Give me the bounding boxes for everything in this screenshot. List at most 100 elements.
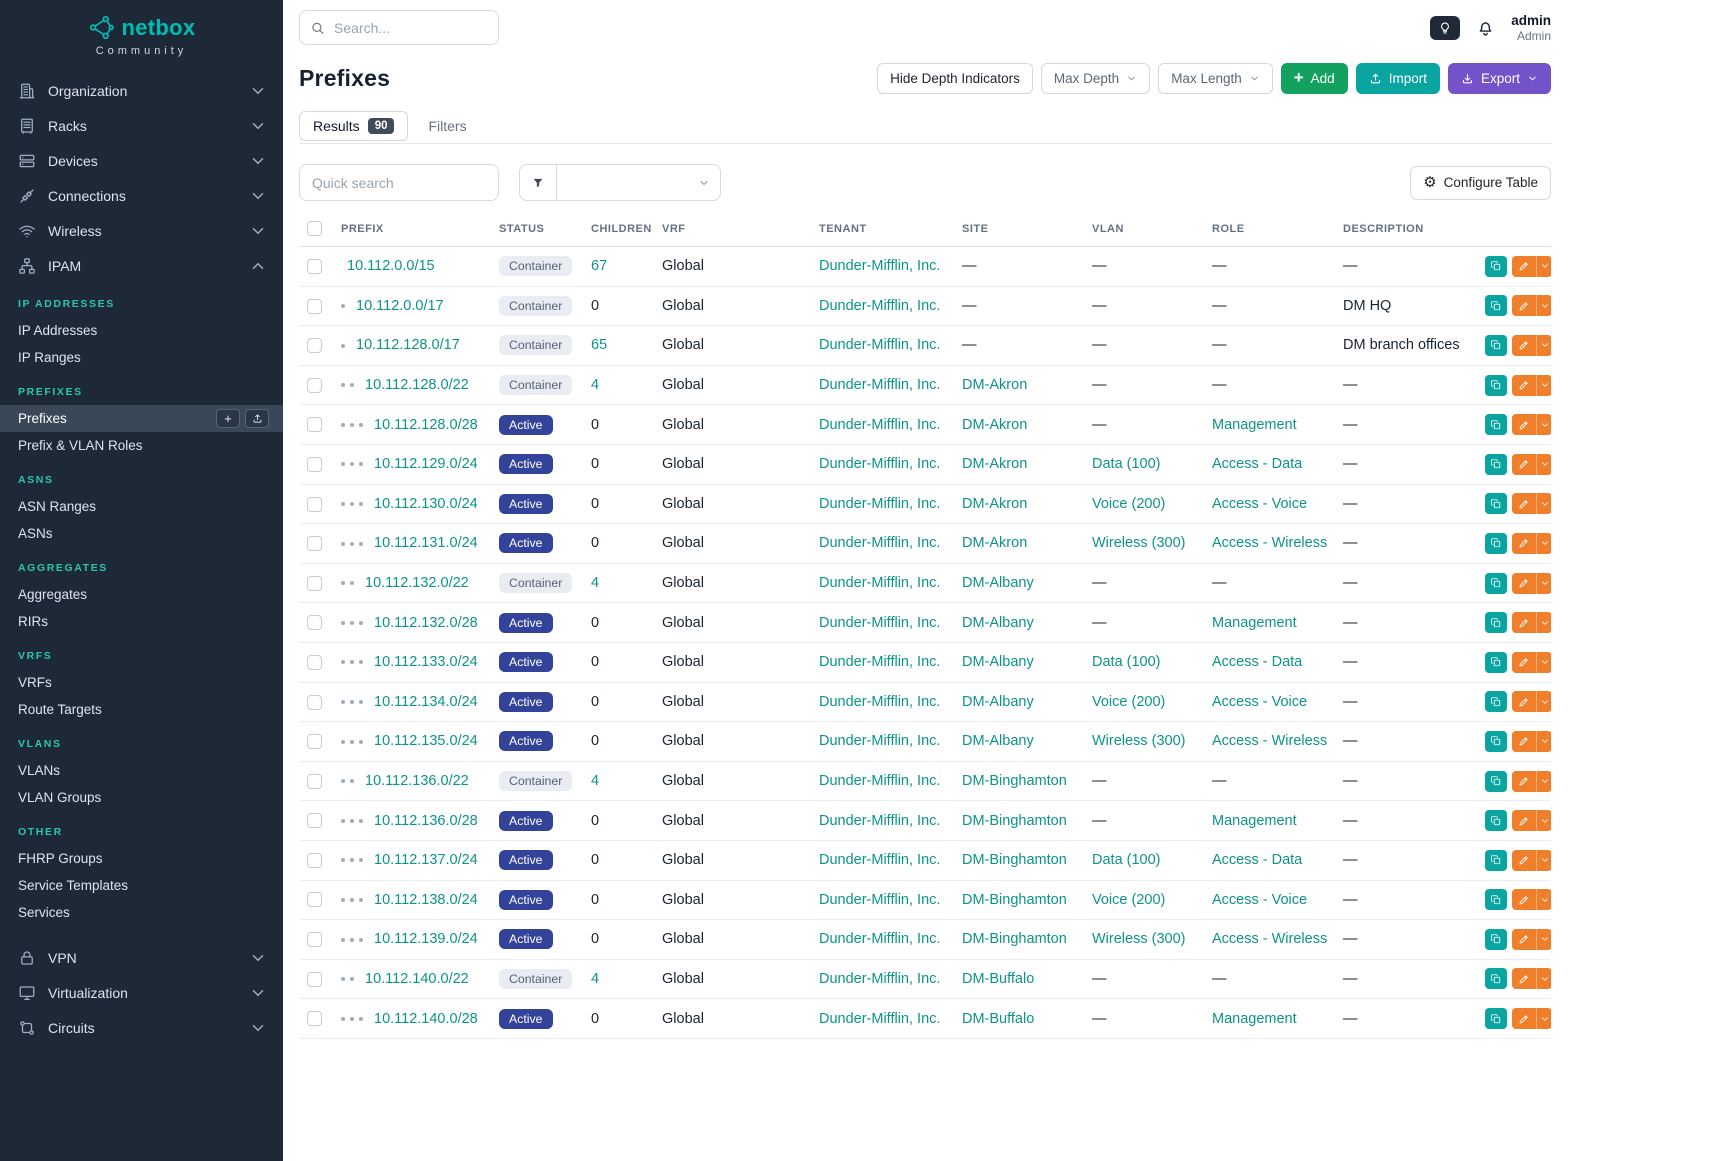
copy-button[interactable] xyxy=(1485,375,1507,396)
sidebar-item-organization[interactable]: Organization xyxy=(0,73,283,108)
sidebar-item-prefixes[interactable]: Prefixes + xyxy=(0,405,283,432)
vlan-link[interactable]: Voice (200) xyxy=(1092,496,1165,512)
site-link[interactable]: DM-Akron xyxy=(962,417,1027,433)
edit-button[interactable] xyxy=(1512,414,1536,435)
row-checkbox[interactable] xyxy=(307,536,322,551)
copy-button[interactable] xyxy=(1485,691,1507,712)
row-checkbox[interactable] xyxy=(307,378,322,393)
site-link[interactable]: DM-Akron xyxy=(962,535,1027,551)
max-depth-dropdown[interactable]: Max Depth xyxy=(1041,63,1150,94)
tenant-link[interactable]: Dunder-Mifflin, Inc. xyxy=(819,1011,940,1027)
edit-button[interactable] xyxy=(1512,810,1536,831)
column-header-role[interactable]: ROLE xyxy=(1204,221,1335,247)
sidebar-item-rirs[interactable]: RIRs xyxy=(0,608,283,635)
prefix-link[interactable]: 10.112.129.0/24 xyxy=(374,456,478,472)
edit-button[interactable] xyxy=(1512,1008,1536,1029)
add-button[interactable]: + Add xyxy=(1281,63,1348,94)
sidebar-item-service-templates[interactable]: Service Templates xyxy=(0,872,283,899)
row-dropdown-button[interactable] xyxy=(1536,850,1551,871)
tab-filters[interactable]: Filters xyxy=(414,111,480,141)
sidebar-item-services[interactable]: Services xyxy=(0,899,283,926)
site-link[interactable]: DM-Albany xyxy=(962,694,1034,710)
saved-filter-select[interactable] xyxy=(557,164,721,201)
copy-button[interactable] xyxy=(1485,335,1507,356)
site-link[interactable]: DM-Buffalo xyxy=(962,971,1034,987)
vlan-link[interactable]: Wireless (300) xyxy=(1092,931,1185,947)
row-checkbox[interactable] xyxy=(307,813,322,828)
role-link[interactable]: Management xyxy=(1212,813,1297,829)
children-link[interactable]: 4 xyxy=(591,773,599,789)
site-link[interactable]: DM-Albany xyxy=(962,654,1034,670)
row-dropdown-button[interactable] xyxy=(1536,810,1551,831)
sidebar-item-circuits[interactable]: Circuits xyxy=(0,1010,283,1045)
role-link[interactable]: Access - Wireless xyxy=(1212,733,1327,749)
row-dropdown-button[interactable] xyxy=(1536,1008,1551,1029)
tenant-link[interactable]: Dunder-Mifflin, Inc. xyxy=(819,852,940,868)
column-header-vlan[interactable]: VLAN xyxy=(1084,221,1204,247)
user-menu[interactable]: admin Admin xyxy=(1511,13,1551,43)
column-header-site[interactable]: SITE xyxy=(954,221,1084,247)
tenant-link[interactable]: Dunder-Mifflin, Inc. xyxy=(819,456,940,472)
tenant-link[interactable]: Dunder-Mifflin, Inc. xyxy=(819,377,940,393)
role-link[interactable]: Management xyxy=(1212,417,1297,433)
global-search-input[interactable] xyxy=(299,10,499,45)
tenant-link[interactable]: Dunder-Mifflin, Inc. xyxy=(819,298,940,314)
row-dropdown-button[interactable] xyxy=(1536,295,1551,316)
copy-button[interactable] xyxy=(1485,810,1507,831)
site-link[interactable]: DM-Buffalo xyxy=(962,1011,1034,1027)
row-dropdown-button[interactable] xyxy=(1536,691,1551,712)
prefix-link[interactable]: 10.112.131.0/24 xyxy=(374,535,478,551)
role-link[interactable]: Access - Voice xyxy=(1212,496,1307,512)
copy-button[interactable] xyxy=(1485,968,1507,989)
site-link[interactable]: DM-Albany xyxy=(962,575,1034,591)
sidebar-item-ipam[interactable]: IPAM xyxy=(0,248,283,283)
row-dropdown-button[interactable] xyxy=(1536,771,1551,792)
row-dropdown-button[interactable] xyxy=(1536,929,1551,950)
import-button[interactable]: Import xyxy=(1356,63,1440,94)
prefix-link[interactable]: 10.112.128.0/28 xyxy=(374,417,478,433)
role-link[interactable]: Access - Wireless xyxy=(1212,931,1327,947)
sidebar-item-prefix-vlan-roles[interactable]: Prefix & VLAN Roles xyxy=(0,432,283,459)
tenant-link[interactable]: Dunder-Mifflin, Inc. xyxy=(819,773,940,789)
column-header-vrf[interactable]: VRF xyxy=(654,221,811,247)
children-link[interactable]: 4 xyxy=(591,971,599,987)
sidebar-item-wireless[interactable]: Wireless xyxy=(0,213,283,248)
row-dropdown-button[interactable] xyxy=(1536,652,1551,673)
copy-button[interactable] xyxy=(1485,1008,1507,1029)
row-checkbox[interactable] xyxy=(307,299,322,314)
edit-button[interactable] xyxy=(1512,929,1536,950)
vlan-link[interactable]: Data (100) xyxy=(1092,456,1161,472)
tenant-link[interactable]: Dunder-Mifflin, Inc. xyxy=(819,694,940,710)
configure-table-button[interactable]: ⚙ Configure Table xyxy=(1410,166,1551,200)
prefix-link[interactable]: 10.112.133.0/24 xyxy=(374,654,478,670)
tenant-link[interactable]: Dunder-Mifflin, Inc. xyxy=(819,575,940,591)
column-header-children[interactable]: CHILDREN xyxy=(583,221,654,247)
row-checkbox[interactable] xyxy=(307,338,322,353)
row-checkbox[interactable] xyxy=(307,1011,322,1026)
copy-button[interactable] xyxy=(1485,731,1507,752)
copy-button[interactable] xyxy=(1485,295,1507,316)
column-header-description[interactable]: DESCRIPTION xyxy=(1335,221,1477,247)
row-dropdown-button[interactable] xyxy=(1536,414,1551,435)
sidebar-item-route-targets[interactable]: Route Targets xyxy=(0,696,283,723)
tenant-link[interactable]: Dunder-Mifflin, Inc. xyxy=(819,258,940,274)
children-link[interactable]: 4 xyxy=(591,575,599,591)
sidebar-item-connections[interactable]: Connections xyxy=(0,178,283,213)
role-link[interactable]: Access - Data xyxy=(1212,654,1302,670)
import-prefixes-button[interactable] xyxy=(245,409,269,428)
hide-depth-indicators-button[interactable]: Hide Depth Indicators xyxy=(877,63,1033,94)
row-checkbox[interactable] xyxy=(307,932,322,947)
copy-button[interactable] xyxy=(1485,414,1507,435)
copy-button[interactable] xyxy=(1485,454,1507,475)
sidebar-item-devices[interactable]: Devices xyxy=(0,143,283,178)
sidebar-item-fhrp-groups[interactable]: FHRP Groups xyxy=(0,845,283,872)
tenant-link[interactable]: Dunder-Mifflin, Inc. xyxy=(819,417,940,433)
row-dropdown-button[interactable] xyxy=(1536,256,1551,277)
row-dropdown-button[interactable] xyxy=(1536,612,1551,633)
row-checkbox[interactable] xyxy=(307,655,322,670)
edit-button[interactable] xyxy=(1512,968,1536,989)
children-link[interactable]: 67 xyxy=(591,258,607,274)
row-checkbox[interactable] xyxy=(307,259,322,274)
row-dropdown-button[interactable] xyxy=(1536,493,1551,514)
children-link[interactable]: 65 xyxy=(591,337,607,353)
